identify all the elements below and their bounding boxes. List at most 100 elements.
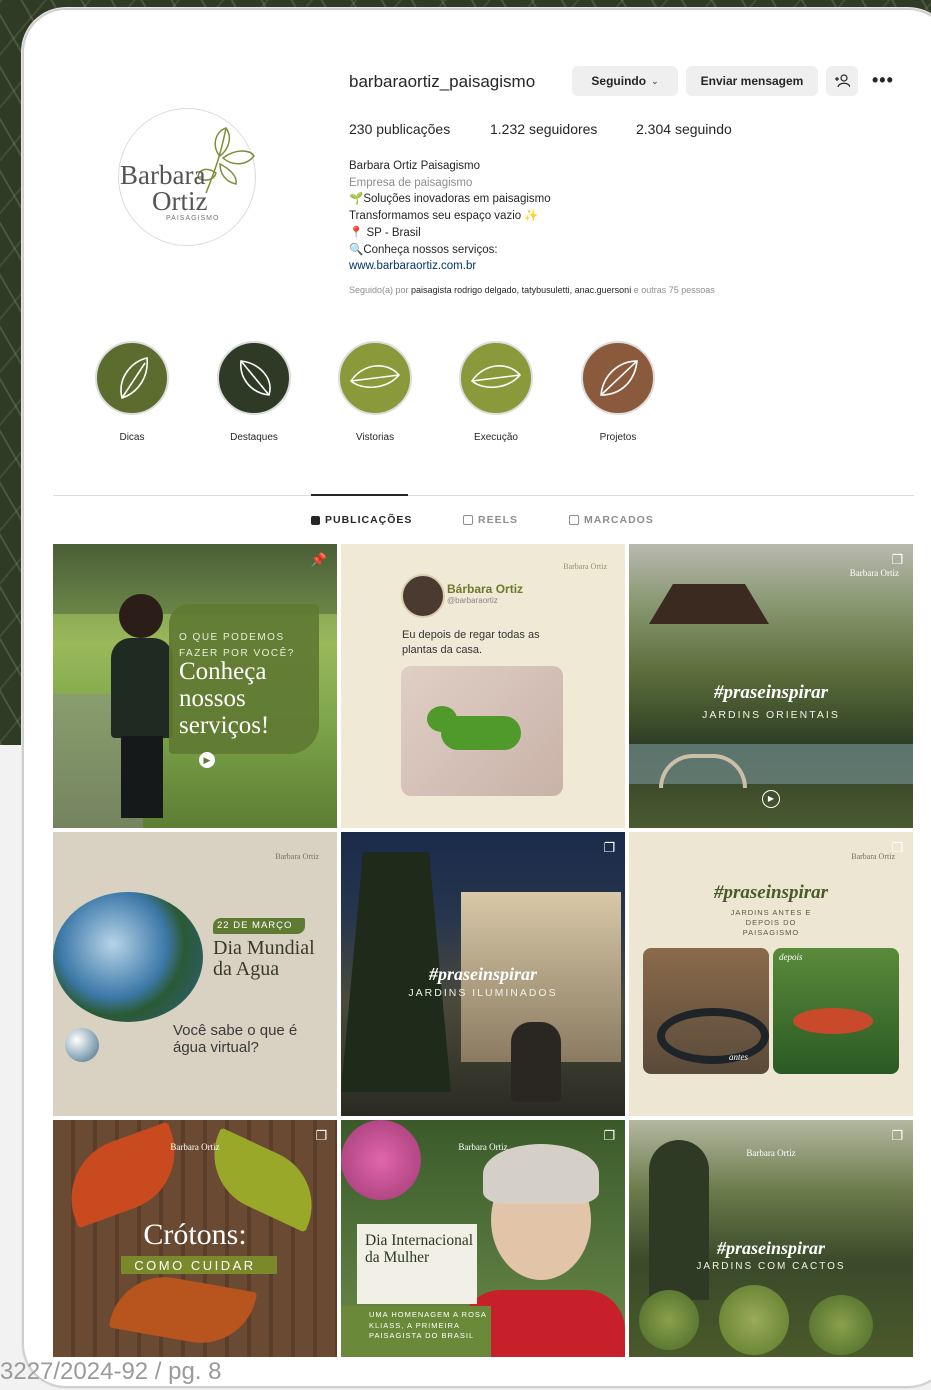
post-subtitle: JARDINS ANTES E DEPOIS DO PAISAGISMO xyxy=(730,908,812,937)
bio-line: Transformamos seu espaço vazio ✨ xyxy=(349,210,539,223)
brand-watermark: Barbara Ortiz xyxy=(170,1142,220,1152)
tab-label: PUBLICAÇÕES xyxy=(325,514,413,526)
post-tile-womens-day[interactable]: Dia Internacional da Mulher UMA HOMENAGE… xyxy=(341,1120,625,1357)
post-tile-meme[interactable]: Bárbara Ortiz @barbaraortiz Eu depois de… xyxy=(341,544,625,828)
person-legs xyxy=(121,736,163,818)
chevron-down-icon: ⌄ xyxy=(651,75,659,86)
post-tile-services[interactable]: O QUE PODEMOS FAZER POR VOCÊ? Conheça no… xyxy=(53,544,337,828)
following-number: 2.304 xyxy=(636,121,672,137)
grid-icon xyxy=(311,515,320,525)
post-hashtag: #praseinspirar xyxy=(716,1238,826,1258)
person-body xyxy=(111,638,173,738)
tab-marcados[interactable]: MARCADOS xyxy=(569,514,654,526)
barrel-cactus xyxy=(809,1295,873,1355)
post-subtitle: COMO CUIDAR xyxy=(134,1258,256,1273)
post-question: Você sabe o que é água virtual? xyxy=(173,1022,298,1056)
highlight-circle xyxy=(95,341,169,415)
brand-watermark: Barbara Ortiz xyxy=(275,852,319,861)
followed-by-suffix: e outras 75 pessoas xyxy=(631,285,715,295)
leaf-icon xyxy=(120,357,148,400)
croton-leaf xyxy=(54,1121,192,1229)
reels-icon xyxy=(463,515,473,525)
send-message-button[interactable]: Enviar mensagem xyxy=(686,66,818,96)
meme-photo xyxy=(401,666,563,796)
highlight-destaques[interactable]: Destaques xyxy=(215,341,293,443)
highlight-circle xyxy=(581,341,655,415)
tab-reels[interactable]: REELS xyxy=(463,514,518,526)
post-subtitle: JARDINS COM CACTOS xyxy=(696,1261,846,1272)
brand-watermark: Barbara Ortiz xyxy=(563,562,607,571)
tagged-icon xyxy=(569,515,579,525)
bio-line: 🔍Conheça nossos serviços: xyxy=(349,243,498,256)
bio-line: 🌱Soluções inovadoras em paisagismo xyxy=(349,193,551,206)
document-reference: 3227/2024-92 / pg. 8 xyxy=(0,1358,222,1385)
pin-icon: 📌 xyxy=(310,552,327,567)
post-title: Conheça nossos serviços! xyxy=(179,658,270,739)
person-head xyxy=(119,594,163,638)
pagoda-roof xyxy=(649,584,769,624)
after-label: depois xyxy=(779,952,803,962)
followed-by-prefix: Seguido(a) por xyxy=(349,285,412,295)
highlight-circle xyxy=(338,341,412,415)
post-hashtag: #praseinspirar xyxy=(428,964,538,984)
following-button[interactable]: Seguindo ⌄ xyxy=(572,66,678,96)
carousel-icon: ❐ xyxy=(315,1128,327,1143)
followers-link[interactable]: 1.232 seguidores xyxy=(490,121,597,137)
highlight-circle xyxy=(217,341,291,415)
highlight-execucao[interactable]: Execução xyxy=(457,341,535,443)
following-label: Seguindo xyxy=(591,74,647,88)
add-person-icon xyxy=(835,74,850,88)
post-tile-before-after[interactable]: #praseinspirar JARDINS ANTES E DEPOIS DO… xyxy=(629,832,913,1116)
add-user-button[interactable] xyxy=(826,66,858,96)
highlight-projetos[interactable]: Projetos xyxy=(579,341,657,443)
tabs-divider xyxy=(53,495,914,496)
carousel-icon: ❐ xyxy=(891,552,903,567)
play-icon: ▶ xyxy=(762,790,780,808)
post-tile-illuminated[interactable]: #praseinspirar JARDINS ILUMINADOS ❐ xyxy=(341,832,625,1116)
barrel-cactus xyxy=(639,1290,699,1350)
post-tile-crotons[interactable]: Crótons: COMO CUIDAR Barbara Ortiz ❐ xyxy=(53,1120,337,1357)
brand-watermark: Barbara Ortiz xyxy=(849,568,899,578)
before-photo xyxy=(643,948,769,1074)
planter-vase xyxy=(511,1022,561,1102)
following-link[interactable]: 2.304 seguindo xyxy=(636,121,732,137)
after-photo xyxy=(773,948,899,1074)
followed-by-text[interactable]: Seguido(a) por paisagista rodrigo delgad… xyxy=(349,285,715,295)
highlight-label: Projetos xyxy=(599,432,637,443)
highlight-label: Execução xyxy=(474,432,518,443)
carousel-icon: ❐ xyxy=(891,1128,903,1143)
water-drop xyxy=(65,1028,99,1062)
profile-username: barbaraortiz_paisagismo xyxy=(349,72,536,91)
highlight-vistorias[interactable]: Vistorias xyxy=(336,341,414,443)
following-label-stat: seguindo xyxy=(674,121,732,137)
post-subtitle: JARDINS ILUMINADOS xyxy=(408,987,558,999)
tab-label: MARCADOS xyxy=(584,514,654,526)
tab-label: REELS xyxy=(478,514,519,526)
followed-by-names: paisagista rodrigo delgado, tatybusulett… xyxy=(411,285,632,295)
active-tab-indicator xyxy=(311,494,408,496)
post-title: Dia Mundial da Agua xyxy=(213,937,315,980)
highlight-dicas[interactable]: Dicas xyxy=(93,341,171,443)
play-icon: ▶ xyxy=(199,752,215,768)
bio-website-link[interactable]: www.barbaraortiz.com.br xyxy=(349,258,551,275)
bio-name: Barbara Ortiz Paisagismo xyxy=(349,160,481,172)
post-subtitle: UMA HOMENAGEM A ROSA KLIASS, A PRIMEIRA … xyxy=(369,1310,487,1340)
tab-publicacoes[interactable]: PUBLICAÇÕES xyxy=(311,514,412,526)
logo-text-last: Ortiz xyxy=(152,186,208,216)
earth-globe xyxy=(53,892,203,1022)
frog-head xyxy=(427,706,457,732)
more-options-icon[interactable]: ••• xyxy=(872,70,894,91)
highlight-label: Destaques xyxy=(230,432,278,443)
palm-silhouette xyxy=(649,1140,709,1300)
followers-label: seguidores xyxy=(528,121,598,137)
post-tile-water-day[interactable]: 22 DE MARÇO Dia Mundial da Agua Você sab… xyxy=(53,832,337,1116)
highlight-label: Dicas xyxy=(119,432,145,443)
post-author-handle: @barbaraortiz xyxy=(447,596,498,605)
barrel-cactus xyxy=(719,1285,789,1355)
post-tile-oriental[interactable]: #praseinspirar JARDINS ORIENTAIS Barbara… xyxy=(629,544,913,828)
followers-number: 1.232 xyxy=(490,121,526,137)
post-tile-cactus[interactable]: #praseinspirar JARDINS COM CACTOS Barbar… xyxy=(629,1120,913,1357)
post-date: 22 DE MARÇO xyxy=(217,920,293,931)
leaf-icon xyxy=(600,360,638,396)
post-hashtag: #praseinspirar xyxy=(713,882,829,903)
